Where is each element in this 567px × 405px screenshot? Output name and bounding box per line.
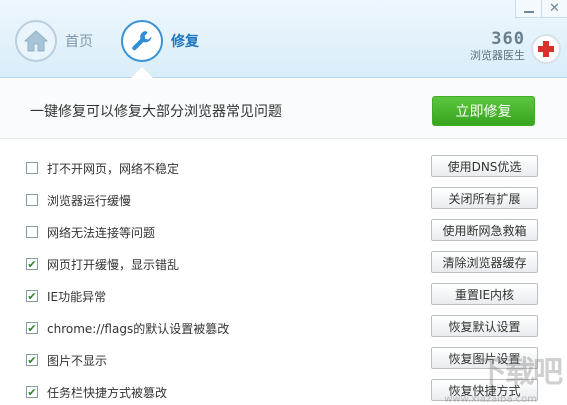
issue-label: 网络无法连接等问题 bbox=[47, 226, 156, 240]
active-tab-pointer bbox=[131, 67, 153, 78]
window-controls: ✕ bbox=[515, 0, 567, 18]
checkmark-icon: ✔ bbox=[27, 353, 37, 367]
list-item: ✔ 网页打开缓慢，显示错乱 清除浏览器缓存 bbox=[0, 248, 567, 280]
medical-cross-icon bbox=[531, 34, 561, 64]
app-header: ✕ 首页 修复 360 浏览器医生 bbox=[0, 0, 567, 78]
issue-checkbox[interactable]: ✔ bbox=[26, 258, 38, 270]
issue-checkbox[interactable] bbox=[26, 194, 38, 206]
brand-name: 浏览器医生 bbox=[470, 49, 525, 62]
issue-label: chrome://flags的默认设置被篡改 bbox=[47, 322, 230, 336]
issue-checkbox[interactable] bbox=[26, 226, 38, 238]
brand-block: 360 浏览器医生 bbox=[470, 30, 525, 64]
issue-fix-button[interactable]: 重置IE内核 bbox=[431, 283, 538, 305]
watermark-url: www.xiazaiba.com bbox=[444, 394, 537, 405]
watermark-logo: 下载吧 bbox=[477, 355, 563, 390]
issue-checkbox[interactable]: ✔ bbox=[26, 290, 38, 302]
tab-repair-label: 修复 bbox=[171, 34, 199, 50]
headline: 一键修复可以修复大部分浏览器常见问题 bbox=[30, 104, 282, 120]
list-item: ✔ IE功能异常 重置IE内核 bbox=[0, 280, 567, 312]
action-bar: 一键修复可以修复大部分浏览器常见问题 立即修复 bbox=[0, 79, 567, 139]
issue-label: 图片不显示 bbox=[47, 354, 108, 368]
tab-home[interactable]: 首页 bbox=[15, 20, 93, 62]
issue-label: 浏览器运行缓慢 bbox=[47, 194, 132, 208]
issue-fix-button[interactable]: 使用断网急救箱 bbox=[431, 219, 538, 241]
home-icon bbox=[15, 20, 57, 62]
checkmark-icon: ✔ bbox=[27, 385, 37, 399]
list-item: 浏览器运行缓慢 关闭所有扩展 bbox=[0, 184, 567, 216]
issue-checkbox[interactable]: ✔ bbox=[26, 354, 38, 366]
checkmark-icon: ✔ bbox=[27, 321, 37, 335]
issue-fix-button[interactable]: 关闭所有扩展 bbox=[431, 187, 538, 209]
tab-home-label: 首页 bbox=[65, 34, 93, 50]
checkmark-icon: ✔ bbox=[27, 289, 37, 303]
issue-label: 打不开网页，网络不稳定 bbox=[47, 162, 180, 176]
issue-fix-button[interactable]: 使用DNS优选 bbox=[431, 155, 538, 177]
issue-list: 打不开网页，网络不稳定 使用DNS优选 浏览器运行缓慢 关闭所有扩展 网络无法连… bbox=[0, 140, 567, 405]
fix-now-button[interactable]: 立即修复 bbox=[432, 96, 535, 126]
wrench-icon bbox=[121, 20, 163, 62]
list-item: 网络无法连接等问题 使用断网急救箱 bbox=[0, 216, 567, 248]
issue-label: IE功能异常 bbox=[47, 290, 107, 304]
issue-fix-button[interactable]: 清除浏览器缓存 bbox=[431, 251, 538, 273]
issue-checkbox[interactable] bbox=[26, 162, 38, 174]
close-icon: ✕ bbox=[549, 1, 560, 16]
list-item: ✔ chrome://flags的默认设置被篡改 恢复默认设置 bbox=[0, 312, 567, 344]
issue-label: 任务栏快捷方式被篡改 bbox=[47, 386, 168, 400]
tab-repair[interactable]: 修复 bbox=[121, 20, 199, 62]
minimize-icon bbox=[523, 10, 534, 13]
issue-checkbox[interactable]: ✔ bbox=[26, 386, 38, 398]
brand-number: 360 bbox=[491, 29, 525, 49]
minimize-button[interactable] bbox=[515, 0, 541, 18]
issue-fix-button[interactable]: 恢复默认设置 bbox=[431, 315, 538, 337]
checkmark-icon: ✔ bbox=[27, 257, 37, 271]
list-item: 打不开网页，网络不稳定 使用DNS优选 bbox=[0, 152, 567, 184]
issue-checkbox[interactable]: ✔ bbox=[26, 322, 38, 334]
close-button[interactable]: ✕ bbox=[541, 0, 567, 18]
issue-label: 网页打开缓慢，显示错乱 bbox=[47, 258, 180, 272]
